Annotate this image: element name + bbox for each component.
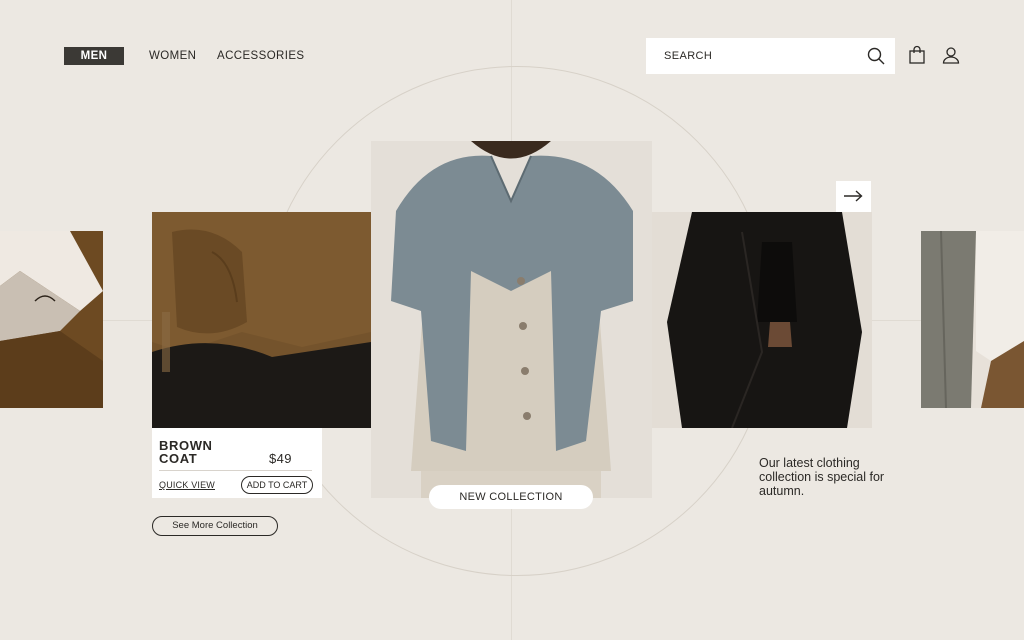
- nav-accessories[interactable]: ACCESSORIES: [217, 47, 304, 65]
- search-box: [646, 38, 895, 74]
- product-name: BROWN COAT: [159, 438, 213, 466]
- guide-line-horizontal: [103, 320, 152, 321]
- product-price: $49: [269, 451, 292, 466]
- new-collection-badge[interactable]: NEW COLLECTION: [429, 485, 593, 509]
- card-divider: [159, 470, 312, 471]
- search-input[interactable]: [664, 47, 854, 65]
- collection-tagline: Our latest clothing collection is specia…: [759, 456, 885, 498]
- product-photo-left[interactable]: [0, 231, 103, 408]
- add-to-cart-button[interactable]: ADD TO CART: [241, 476, 313, 494]
- search-icon[interactable]: [866, 46, 886, 66]
- arrow-right-icon: [844, 190, 863, 202]
- see-more-collection-button[interactable]: See More Collection: [152, 516, 278, 536]
- product-photo-black-blazer[interactable]: [652, 212, 872, 428]
- product-photo-right[interactable]: [921, 231, 1024, 408]
- product-card: BROWN COAT $49 QUICK VIEW ADD TO CART: [152, 428, 322, 498]
- nav-women[interactable]: WOMEN: [149, 47, 196, 65]
- user-icon[interactable]: [941, 45, 961, 65]
- shopping-bag-icon[interactable]: [907, 45, 927, 65]
- product-photo-featured[interactable]: [371, 141, 652, 498]
- guide-line-horizontal: [872, 320, 921, 321]
- next-arrow-button[interactable]: [836, 181, 871, 212]
- nav-men[interactable]: MEN: [64, 47, 124, 65]
- quick-view-link[interactable]: QUICK VIEW: [159, 480, 215, 490]
- product-photo-brown-coat[interactable]: [152, 212, 371, 428]
